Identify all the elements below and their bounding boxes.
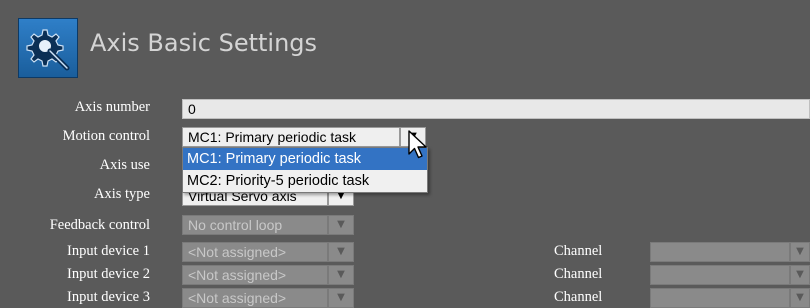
axis-type-label: Axis type (94, 186, 150, 202)
chevron-down-icon: ▼ (337, 269, 345, 280)
chevron-down-icon: ▼ (337, 292, 345, 303)
channel-3-label: Channel (554, 289, 603, 305)
channel-1-dropdown-button: ▼ (790, 242, 810, 262)
dropdown-option-mc2[interactable]: MC2: Priority-5 periodic task (183, 170, 427, 192)
axis-number-field[interactable]: 0 (182, 99, 810, 119)
input-device-2-select: <Not assigned> (182, 265, 328, 285)
motion-control-dropdown-list: MC1: Primary periodic task MC2: Priority… (182, 147, 428, 193)
motion-control-select[interactable]: MC1: Primary periodic task (182, 127, 400, 147)
channel-2-dropdown-button: ▼ (790, 265, 810, 285)
chevron-down-icon: ▼ (796, 246, 804, 257)
chevron-down-icon: ▼ (796, 292, 804, 303)
input-device-2-dropdown-button: ▼ (328, 265, 354, 285)
channel-2-label: Channel (554, 266, 603, 282)
axis-use-label: Axis use (99, 157, 150, 173)
axis-number-label: Axis number (74, 99, 150, 115)
dropdown-option-mc1[interactable]: MC1: Primary periodic task (183, 148, 427, 170)
input-device-3-dropdown-button: ▼ (328, 288, 354, 308)
motion-control-label: Motion control (62, 128, 150, 144)
panel-header: Axis Basic Settings (0, 0, 810, 90)
input-device-1-label: Input device 1 (67, 243, 150, 259)
input-device-3-select: <Not assigned> (182, 288, 328, 308)
chevron-down-icon: ▼ (337, 219, 345, 230)
input-device-1-dropdown-button: ▼ (328, 242, 354, 262)
channel-1-select (650, 242, 790, 262)
input-device-2-label: Input device 2 (67, 266, 150, 282)
page-title: Axis Basic Settings (90, 29, 318, 57)
input-device-3-label: Input device 3 (67, 289, 150, 305)
chevron-down-icon: ▼ (796, 269, 804, 280)
chevron-down-icon: ▼ (337, 246, 345, 257)
input-device-1-select: <Not assigned> (182, 242, 328, 262)
feedback-control-dropdown-button: ▼ (328, 215, 354, 235)
channel-1-label: Channel (554, 243, 603, 259)
mouse-cursor-icon (408, 130, 427, 159)
channel-3-select (650, 288, 790, 308)
feedback-control-label: Feedback control (49, 217, 150, 233)
channel-3-dropdown-button: ▼ (790, 288, 810, 308)
channel-2-select (650, 265, 790, 285)
gear-magnifier-icon (18, 18, 78, 78)
feedback-control-select: No control loop (182, 215, 328, 235)
